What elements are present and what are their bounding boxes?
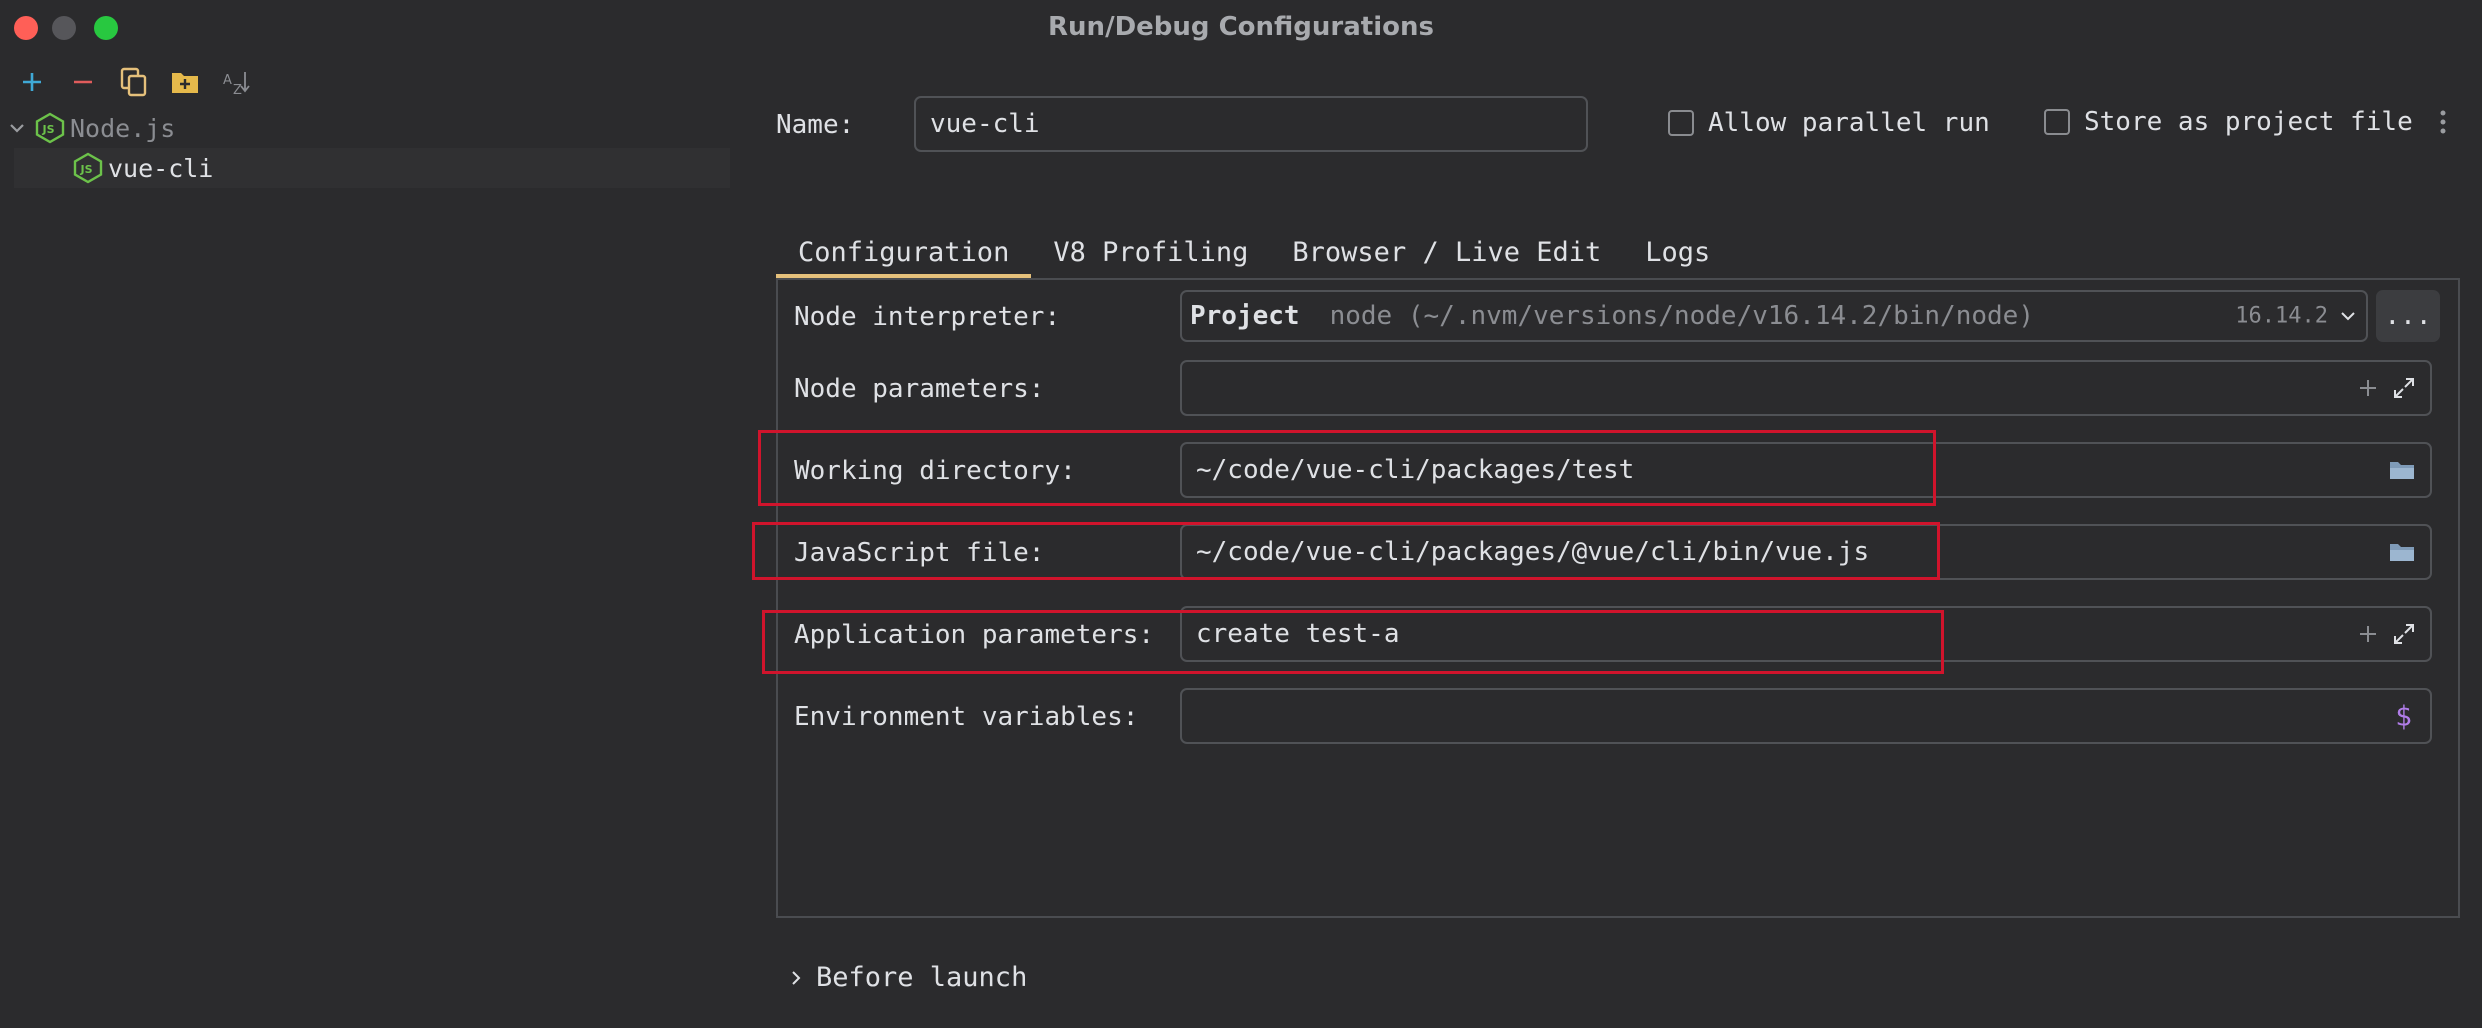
more-options-icon[interactable] [2438,108,2448,140]
store-as-project-file-checkbox[interactable]: Store as project file [2044,107,2413,137]
config-tabs: Configuration V8 Profiling Browser / Liv… [776,226,1732,278]
allow-parallel-run-checkbox[interactable]: Allow parallel run [1668,108,1990,138]
new-folder-icon[interactable] [165,64,205,100]
svg-text:JS: JS [80,163,93,176]
checkbox-box[interactable] [2044,109,2070,135]
sort-alpha-icon[interactable]: AZ [216,64,256,100]
name-label: Name: [776,110,855,140]
add-icon[interactable] [12,64,52,100]
browse-interpreter-button[interactable]: ... [2376,290,2440,342]
expand-icon[interactable] [2392,376,2416,400]
add-icon[interactable] [2358,624,2378,644]
remove-icon[interactable] [63,64,103,100]
store-as-project-file-label: Store as project file [2084,107,2413,137]
tree-group-label: Node.js [70,113,176,143]
tab-browser-live-edit[interactable]: Browser / Live Edit [1270,226,1623,278]
highlight-javascript-file [752,522,1940,580]
expand-icon[interactable] [2392,622,2416,646]
highlight-application-parameters [762,610,1944,674]
svg-text:JS: JS [42,123,55,136]
tab-logs[interactable]: Logs [1623,226,1732,278]
name-input[interactable]: vue-cli [914,96,1588,152]
environment-variables-label: Environment variables: [794,702,1139,732]
dollar-icon[interactable]: $ [2395,700,2412,733]
environment-variables-input[interactable]: $ [1180,688,2432,744]
nodejs-icon: JS [73,152,103,184]
interpreter-scope: Project [1190,301,1300,331]
tree-item-vue-cli[interactable]: JS vue-cli [14,148,730,188]
folder-icon[interactable] [2388,458,2416,482]
svg-text:A: A [223,73,232,88]
copy-icon[interactable] [114,64,154,100]
tab-configuration[interactable]: Configuration [776,226,1032,278]
node-parameters-label: Node parameters: [794,374,1045,404]
highlight-working-directory [758,430,1936,506]
before-launch-label: Before launch [816,962,1028,993]
node-parameters-input[interactable] [1180,360,2432,416]
add-icon[interactable] [2358,378,2378,398]
before-launch-section[interactable]: Before launch [776,962,1027,993]
interpreter-path: node (~/.nvm/versions/node/v16.14.2/bin/… [1329,301,2034,331]
interpreter-version: 16.14.2 [2235,303,2328,329]
allow-parallel-run-label: Allow parallel run [1708,108,1990,138]
name-value: vue-cli [930,109,1040,139]
node-interpreter-label: Node interpreter: [794,302,1061,332]
folder-icon[interactable] [2388,540,2416,564]
chevron-down-icon[interactable] [2340,308,2356,324]
tree-toolbar: AZ [12,64,267,100]
checkbox-box[interactable] [1668,110,1694,136]
configuration-form: Name: vue-cli Allow parallel run Store a… [752,0,2466,1028]
browse-label: ... [2384,301,2432,331]
tree-group-nodejs[interactable]: JS Node.js [0,108,736,148]
node-interpreter-select[interactable]: Project node (~/.nvm/versions/node/v16.1… [1180,290,2368,342]
svg-text:Z: Z [233,83,242,96]
chevron-right-icon[interactable] [776,970,816,986]
tree-item-label: vue-cli [108,153,214,183]
tab-v8-profiling[interactable]: V8 Profiling [1031,226,1270,278]
chevron-down-icon[interactable] [0,119,34,137]
nodejs-icon: JS [35,112,65,144]
configuration-tree: JS Node.js JS vue-cli [0,108,736,188]
